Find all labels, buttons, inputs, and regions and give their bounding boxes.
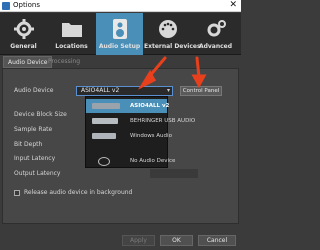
dropdown-item-asio4all[interactable]: ASIO4ALL v2 <box>86 99 170 113</box>
folder-icon <box>61 23 82 37</box>
windows-audio-icon <box>92 133 116 139</box>
toolbar-label: Advanced <box>198 43 233 50</box>
control-panel-button[interactable]: Control Panel <box>180 86 222 96</box>
audio-device-value: ASIO4ALL v2 <box>81 87 120 94</box>
dropdown-item-label: BEHRINGER USB AUDIO <box>130 118 196 124</box>
dropdown-item-label: Windows Audio <box>130 133 172 139</box>
audio-device-select[interactable]: ASIO4ALL v2 ▾ <box>76 86 173 96</box>
window-title: Options <box>13 1 41 9</box>
toolbar-label: Locations <box>55 43 88 50</box>
toolbar-general[interactable]: General <box>0 13 47 55</box>
toolbar-locations[interactable]: Locations <box>48 13 95 55</box>
release-device-label: Release audio device in background <box>24 189 133 196</box>
toolbar-external-devices[interactable]: External Devices <box>144 13 201 55</box>
bit-depth-label: Bit Depth <box>14 141 43 148</box>
audio-device-label: Audio Device <box>14 87 54 94</box>
chevron-down-icon: ▾ <box>166 87 170 94</box>
no-device-icon <box>98 157 110 166</box>
toolbar-audio-setup[interactable]: Audio Setup <box>96 13 143 55</box>
gear-wrench-icon <box>207 20 226 37</box>
toolbar-label: External Devices <box>144 43 201 50</box>
audio-interface-icon <box>92 103 120 109</box>
options-toolbar: General Locations Audio Setup External D… <box>0 13 241 55</box>
output-latency-field <box>150 169 198 178</box>
tab-processing[interactable]: Processing <box>44 56 84 68</box>
speaker-icon <box>112 19 127 39</box>
toolbar-label: Audio Setup <box>98 43 141 50</box>
midi-port-icon <box>158 20 177 38</box>
apply-button[interactable]: Apply <box>122 235 155 246</box>
cancel-button[interactable]: Cancel <box>198 235 236 246</box>
ok-button[interactable]: OK <box>160 235 193 246</box>
app-icon <box>2 2 10 10</box>
dropdown-item-label: No Audio Device <box>130 158 176 164</box>
dropdown-item-windows-audio[interactable]: Windows Audio <box>86 129 172 143</box>
dropdown-item-no-audio-device[interactable]: No Audio Device <box>86 154 175 168</box>
toolbar-label: General <box>10 43 37 50</box>
title-bar: Options ✕ <box>0 0 241 12</box>
release-device-checkbox[interactable] <box>14 190 20 196</box>
usb-audio-icon <box>92 118 118 124</box>
dropdown-item-label: ASIO4ALL v2 <box>130 103 170 109</box>
audio-device-dropdown: ASIO4ALL v2 BEHRINGER USB AUDIO Windows … <box>85 96 195 168</box>
device-block-size-label: Device Block Size <box>14 111 67 118</box>
close-button[interactable]: ✕ <box>229 0 237 11</box>
gear-icon <box>13 19 34 39</box>
dropdown-item-behringer[interactable]: BEHRINGER USB AUDIO <box>86 114 195 128</box>
tab-strip: Audio Device Processing <box>0 56 241 68</box>
sample-rate-label: Sample Rate <box>14 126 53 133</box>
output-latency-label: Output Latency <box>14 170 61 177</box>
toolbar-advanced[interactable]: Advanced <box>192 13 239 55</box>
input-latency-label: Input Latency <box>14 155 56 162</box>
